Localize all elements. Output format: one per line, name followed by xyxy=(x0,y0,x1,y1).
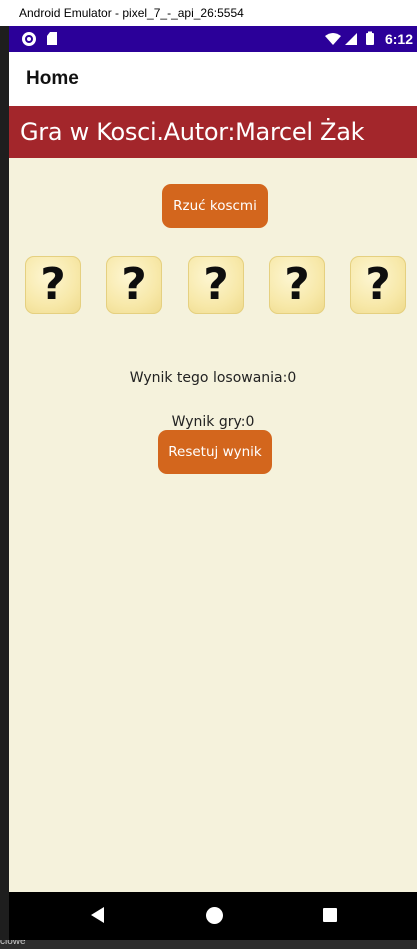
dice-row: ? ? ? ? ? xyxy=(9,256,417,314)
die-face: ? xyxy=(203,259,229,310)
android-device-screen: 6:12 Home Gra w Kosci.Autor:Marcel Żak R… xyxy=(9,26,417,940)
status-icons xyxy=(325,31,374,45)
die-face: ? xyxy=(40,259,66,310)
die-1[interactable]: ? xyxy=(25,256,81,314)
record-icon xyxy=(22,32,36,46)
signal-icon xyxy=(345,33,357,45)
navigation-bar xyxy=(9,892,417,940)
die-4[interactable]: ? xyxy=(269,256,325,314)
wifi-icon xyxy=(325,33,341,45)
recents-icon[interactable] xyxy=(323,908,337,922)
host-taskbar: ciowe xyxy=(0,940,417,949)
die-face: ? xyxy=(284,259,310,310)
die-face: ? xyxy=(365,259,391,310)
game-score-label: Wynik gry:0 xyxy=(171,414,255,430)
sd-card-icon xyxy=(47,32,57,45)
roll-dice-button[interactable]: Rzuć koscmi xyxy=(162,184,268,228)
die-5[interactable]: ? xyxy=(350,256,406,314)
emulator-window-title: Android Emulator - pixel_7_-_api_26:5554 xyxy=(0,0,417,26)
round-score-label: Wynik tego losowania:0 xyxy=(129,370,297,386)
status-bar: 6:12 xyxy=(9,26,417,52)
main-content: Gra w Kosci.Autor:Marcel Żak Rzuć koscmi… xyxy=(9,106,417,892)
status-time: 6:12 xyxy=(384,31,413,47)
page-title: Home xyxy=(26,68,79,89)
app-bar: Home xyxy=(9,52,417,106)
die-3[interactable]: ? xyxy=(188,256,244,314)
home-icon[interactable] xyxy=(206,907,223,924)
taskbar-text: ciowe xyxy=(0,940,26,947)
banner-title: Gra w Kosci.Autor:Marcel Żak xyxy=(20,118,365,146)
back-icon[interactable] xyxy=(91,907,104,923)
header-banner: Gra w Kosci.Autor:Marcel Żak xyxy=(9,106,417,158)
die-face: ? xyxy=(121,259,147,310)
die-2[interactable]: ? xyxy=(106,256,162,314)
battery-icon xyxy=(366,33,374,45)
reset-score-button[interactable]: Resetuj wynik xyxy=(158,430,272,474)
